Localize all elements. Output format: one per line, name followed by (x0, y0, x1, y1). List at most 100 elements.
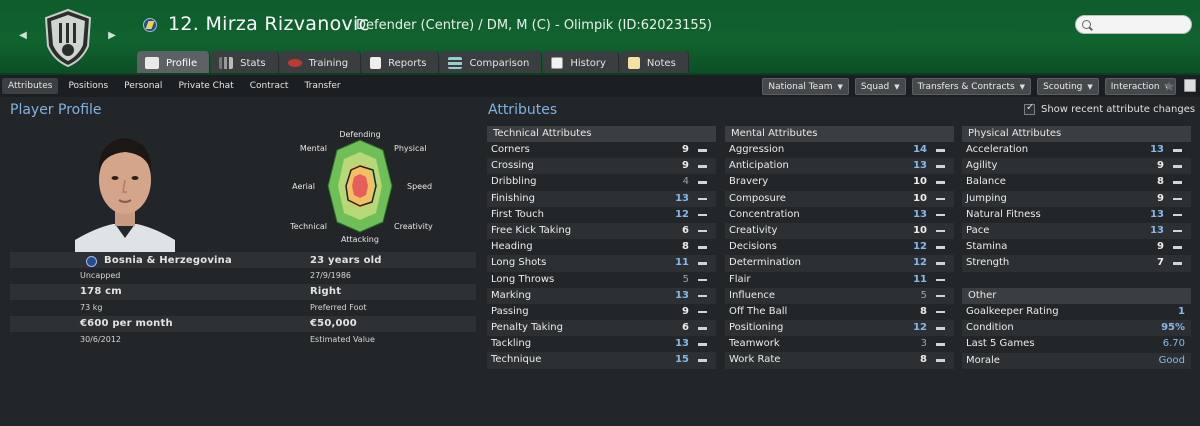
mental-attributes-panel: Mental Attributes Aggression 14 Anticipati… (725, 126, 954, 369)
attribute-value: 9 (682, 305, 689, 317)
attribute-value: 8 (920, 305, 927, 317)
show-recent-changes-checkbox[interactable]: Show recent attribute changes (1024, 102, 1195, 115)
trend-flat-icon (936, 197, 945, 201)
page-options-icon[interactable] (1184, 79, 1196, 92)
attribute-value: 13 (675, 338, 689, 350)
attribute-row: Creativity 10 (725, 222, 954, 240)
attribute-name: Flair (729, 273, 751, 285)
club-crest-icon (44, 8, 92, 68)
national-team-dropdown[interactable]: National Team ▼ (762, 78, 849, 95)
profile-card-icon (145, 57, 159, 69)
caret-down-icon: ▼ (837, 82, 843, 91)
attribute-name: Balance (966, 176, 1006, 188)
dropdown-label: Scouting (1043, 81, 1083, 92)
radar-label-mental: Mental (300, 144, 327, 153)
attribute-row: Condition 95% (962, 320, 1191, 337)
attribute-name: Anticipation (729, 160, 789, 172)
attribute-row: Dribbling 4 (487, 174, 716, 190)
attribute-name: Jumping (966, 192, 1007, 204)
scouting-dropdown[interactable]: Scouting ▼ (1037, 78, 1099, 95)
trend-flat-icon (698, 310, 707, 314)
comparison-list-icon (448, 57, 463, 69)
attribute-row: Bravery 10 (725, 174, 954, 190)
nationality-flag-icon (86, 256, 97, 267)
trend-flat-icon (936, 278, 945, 281)
attribute-row: Agility 9 (962, 158, 1191, 175)
tab-label: Stats (240, 57, 266, 69)
attribute-name: Creativity (729, 224, 778, 236)
attribute-value: 8 (682, 241, 689, 253)
attribute-name: Stamina (966, 241, 1008, 253)
attribute-value: Good (1158, 354, 1185, 366)
search-input[interactable] (1096, 17, 1186, 32)
technical-attributes-panel: Technical Attributes Corners 9 Crossing 9 Dr… (487, 126, 716, 369)
tab-stats[interactable]: Stats (211, 51, 279, 75)
attribute-value: 12 (675, 208, 689, 220)
tab-reports[interactable]: Reports (362, 51, 440, 75)
attribute-row: Anticipation 13 (725, 158, 954, 175)
previous-player-arrow-icon[interactable]: ◀ (18, 30, 28, 42)
subnav-positions[interactable]: Positions (62, 78, 114, 94)
trend-flat-icon (1173, 262, 1182, 265)
attribute-name: Work Rate (729, 354, 781, 366)
attribute-row: Pace 13 (962, 222, 1191, 240)
attribute-name: Bravery (729, 176, 769, 188)
next-player-arrow-icon[interactable]: ▶ (107, 30, 117, 42)
subnav-personal[interactable]: Personal (118, 78, 168, 94)
technical-attributes-header: Technical Attributes (487, 126, 716, 142)
player-profile-title: Player Profile (10, 102, 102, 118)
favourite-star-icon[interactable]: ★ (1163, 79, 1176, 95)
attribute-row: Positioning 12 (725, 320, 954, 337)
attribute-row: Aggression 14 (725, 142, 954, 158)
attribute-value: 10 (913, 224, 927, 236)
tab-profile[interactable]: Profile (137, 51, 211, 75)
tab-label: Reports (388, 57, 427, 69)
attribute-row: Acceleration 13 (962, 142, 1191, 158)
attribute-name: Aggression (729, 144, 785, 155)
search-box[interactable] (1075, 15, 1192, 34)
attribute-row: Work Rate 8 (725, 352, 954, 369)
attribute-name: Long Shots (491, 257, 547, 269)
attribute-row: Concentration 13 (725, 207, 954, 223)
subnav-contract[interactable]: Contract (244, 78, 295, 94)
attribute-name: Marking (491, 289, 532, 301)
trend-flat-icon (698, 213, 707, 217)
attribute-row: Goalkeeper Rating 1 (962, 304, 1191, 320)
trend-flat-icon (698, 229, 707, 233)
attribute-name: Composure (729, 192, 786, 204)
subnav-attributes[interactable]: Attributes (2, 78, 59, 94)
attribute-name: Penalty Taking (491, 322, 563, 334)
trend-flat-icon (936, 294, 945, 298)
subnav-private-chat[interactable]: Private Chat (172, 78, 239, 94)
attribute-row: Determination 12 (725, 255, 954, 272)
attribute-row: Tackling 13 (487, 336, 716, 352)
attribute-value: 13 (913, 160, 927, 172)
attribute-value: 11 (675, 257, 689, 269)
squad-dropdown[interactable]: Squad ▼ (854, 78, 906, 95)
tab-comparison[interactable]: Comparison (440, 51, 543, 75)
nationality[interactable]: Bosnia & Herzegovina (104, 255, 232, 266)
tab-history[interactable]: History (543, 51, 619, 75)
search-icon (1082, 20, 1091, 29)
attribute-value: 12 (913, 257, 927, 269)
radar-label-physical: Physical (394, 144, 427, 153)
caret-down-icon: ▼ (894, 82, 900, 91)
physical-attributes-header: Physical Attributes (962, 126, 1191, 142)
trend-flat-icon (698, 165, 707, 168)
tab-training[interactable]: Training (279, 51, 362, 75)
attribute-name: Corners (491, 144, 530, 155)
attribute-row: Marking 13 (487, 287, 716, 304)
attribute-row: Passing 9 (487, 304, 716, 320)
subnav-transfer[interactable]: Transfer (298, 78, 346, 94)
trend-flat-icon (698, 278, 707, 281)
attribute-value: 9 (1157, 192, 1164, 204)
preferred-foot-value: Right (310, 286, 342, 297)
attribute-row: Technique 15 (487, 352, 716, 369)
sub-navigation-bar: Attributes Positions Personal Private Ch… (0, 75, 1200, 97)
tab-notes[interactable]: Notes (619, 51, 689, 75)
nationality-flag-icon (143, 18, 157, 32)
trend-flat-icon (1173, 149, 1182, 152)
attribute-name: Strength (966, 257, 1010, 269)
transfers-contracts-dropdown[interactable]: Transfers & Contracts ▼ (911, 78, 1032, 95)
attribute-value: 13 (913, 208, 927, 220)
